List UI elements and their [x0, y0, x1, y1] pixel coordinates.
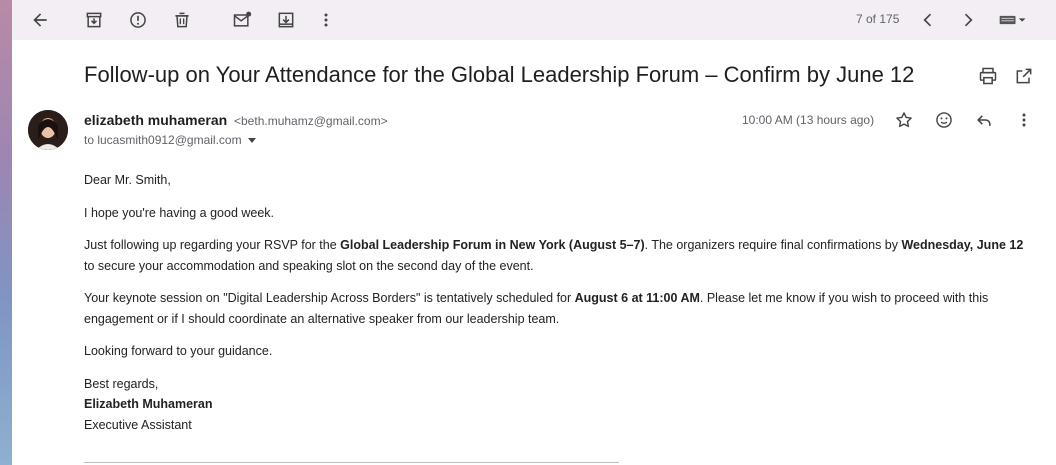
email-subject: Follow-up on Your Attendance for the Glo… [84, 62, 915, 87]
archive-icon[interactable] [82, 8, 106, 32]
p2-text-c: . The organizers require final confirmat… [644, 238, 902, 252]
sender-name: elizabeth muhameran [84, 112, 228, 128]
closing: Best regards, [84, 376, 159, 391]
divider [84, 462, 619, 463]
p2-event-bold: Global Leadership Forum in New York (Aug… [340, 238, 645, 252]
more-options-icon[interactable] [1012, 108, 1036, 132]
p3-session-time-bold: August 6 at 11:00 AM [574, 291, 700, 305]
p2-text-e: to secure your accommodation and speakin… [84, 258, 534, 273]
recipient-details-chevron-icon[interactable] [247, 137, 256, 143]
sender-email: <beth.muhamz@gmail.com> [234, 114, 388, 128]
chevron-right-icon[interactable] [956, 8, 980, 32]
toolbar: 7 of 175 [12, 0, 1056, 40]
paragraph-2: Just following up regarding your RSVP fo… [84, 235, 1024, 276]
open-new-window-icon[interactable] [1012, 64, 1036, 88]
recipient-line: to lucasmith0912@gmail.com [84, 133, 256, 147]
signature-title: Executive Assistant [84, 417, 192, 432]
move-to-icon[interactable] [274, 8, 298, 32]
more-vert-icon[interactable] [314, 8, 338, 32]
avatar[interactable] [28, 110, 68, 150]
report-spam-icon[interactable] [126, 8, 150, 32]
email-panel: 7 of 175 Follow-up on Your Attendance fo… [12, 0, 1056, 465]
paragraph-4: Looking forward to your guidance. [84, 344, 273, 358]
print-icon[interactable] [976, 64, 1000, 88]
emoji-reaction-icon[interactable] [932, 108, 956, 132]
p3-text-a: Your keynote session on "Digital Leaders… [84, 291, 575, 305]
keyboard-icon[interactable] [996, 8, 1030, 32]
p2-text-a: Just following up regarding your RSVP fo… [84, 238, 341, 252]
paragraph-3: Your keynote session on "Digital Leaders… [84, 288, 1024, 329]
pager-count: 7 of 175 [856, 12, 900, 26]
delete-icon[interactable] [170, 8, 194, 32]
reply-icon[interactable] [972, 108, 996, 132]
email-body: Dear Mr. Smith, I hope you're having a g… [84, 170, 1024, 435]
signature: Best regards, Elizabeth Muhameran Execut… [84, 374, 1024, 436]
paragraph-1: I hope you're having a good week. [84, 205, 275, 220]
p2-deadline-bold: Wednesday, June 12 [901, 238, 1024, 252]
email-timestamp: 10:00 AM (13 hours ago) [742, 113, 875, 127]
recipient-text: to lucasmith0912@gmail.com [84, 133, 242, 147]
mark-unread-icon[interactable] [230, 8, 254, 32]
back-arrow-icon[interactable] [28, 8, 52, 32]
chevron-left-icon[interactable] [916, 8, 940, 32]
greeting: Dear Mr. Smith, [84, 173, 171, 187]
star-icon[interactable] [892, 108, 916, 132]
signature-name: Elizabeth Muhameran [84, 397, 213, 411]
